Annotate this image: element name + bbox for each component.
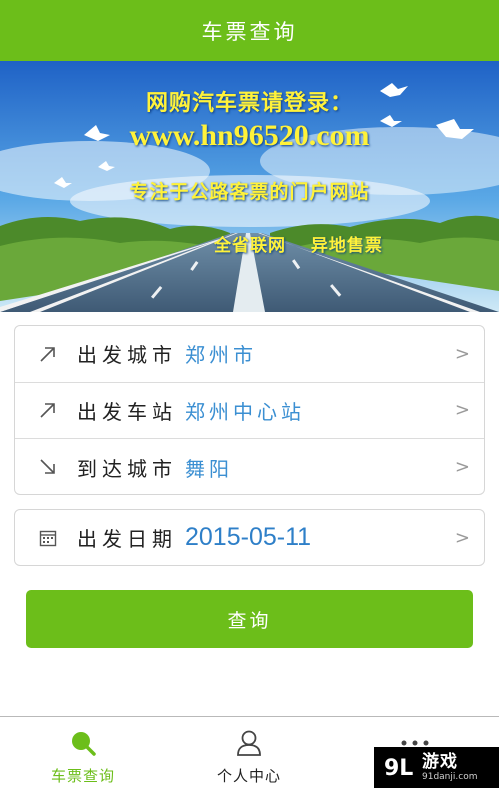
chevron-right-icon: > bbox=[454, 527, 470, 548]
page-title: 车票查询 bbox=[201, 19, 298, 44]
departure-city-row[interactable]: 出发城市 郑州市 > bbox=[15, 326, 484, 383]
departure-station-value: 郑州中心站 bbox=[185, 399, 305, 424]
departure-city-label: 出发城市 bbox=[77, 343, 177, 368]
tab-label: 车票查询 bbox=[50, 767, 115, 785]
banner-website: www.hn96520.com bbox=[129, 119, 370, 152]
app-header: 车票查询 bbox=[0, 0, 499, 61]
watermark-logo: 9L bbox=[384, 756, 413, 781]
arrow-up-right-icon bbox=[37, 343, 59, 365]
tab-ticket-search[interactable]: 车票查询 bbox=[0, 717, 166, 788]
chevron-right-icon: > bbox=[454, 399, 470, 421]
arrow-down-right-icon bbox=[37, 456, 59, 478]
promo-banner: 网购汽车票请登录： www.hn96520.com 专注于公路客票的门户网站 全… bbox=[0, 61, 499, 312]
departure-date-label: 出发日期 bbox=[77, 527, 177, 551]
arrow-up-right-icon bbox=[37, 399, 59, 421]
route-card: 出发城市 郑州市 > 出发车站 郑州中心站 > 到达城市 舞阳 > bbox=[14, 325, 485, 495]
arrival-city-label: 到达城市 bbox=[77, 456, 177, 481]
departure-city-value: 郑州市 bbox=[185, 343, 257, 368]
calendar-icon bbox=[37, 527, 59, 549]
arrival-city-row[interactable]: 到达城市 舞阳 > bbox=[15, 439, 484, 496]
departure-station-label: 出发车站 bbox=[77, 399, 177, 424]
departure-station-row[interactable]: 出发车站 郑州中心站 > bbox=[15, 383, 484, 440]
banner-tagline: 专注于公路客票的门户网站 bbox=[129, 181, 370, 203]
date-card: 出发日期 2015-05-11 > bbox=[14, 509, 485, 566]
banner-headline: 网购汽车票请登录： bbox=[145, 90, 353, 116]
watermark-text: 游戏 bbox=[422, 752, 458, 772]
search-button[interactable]: 查询 bbox=[26, 590, 473, 648]
site-watermark: 9L 游戏 91danji.com bbox=[374, 747, 499, 788]
search-icon bbox=[69, 729, 97, 757]
svg-text:9L: 9L bbox=[384, 756, 413, 781]
departure-date-value: 2015-05-11 bbox=[185, 523, 312, 551]
chevron-right-icon: > bbox=[454, 343, 470, 365]
tab-label: 个人中心 bbox=[216, 767, 281, 785]
departure-date-row[interactable]: 出发日期 2015-05-11 > bbox=[15, 510, 484, 565]
person-icon bbox=[236, 729, 262, 757]
chevron-right-icon: > bbox=[454, 456, 470, 478]
arrival-city-value: 舞阳 bbox=[185, 456, 233, 481]
banner-slogan: 全省联网 异地售票 bbox=[214, 236, 383, 256]
watermark-url: 91danji.com bbox=[422, 772, 478, 782]
tab-personal-center[interactable]: 个人中心 bbox=[166, 717, 332, 788]
